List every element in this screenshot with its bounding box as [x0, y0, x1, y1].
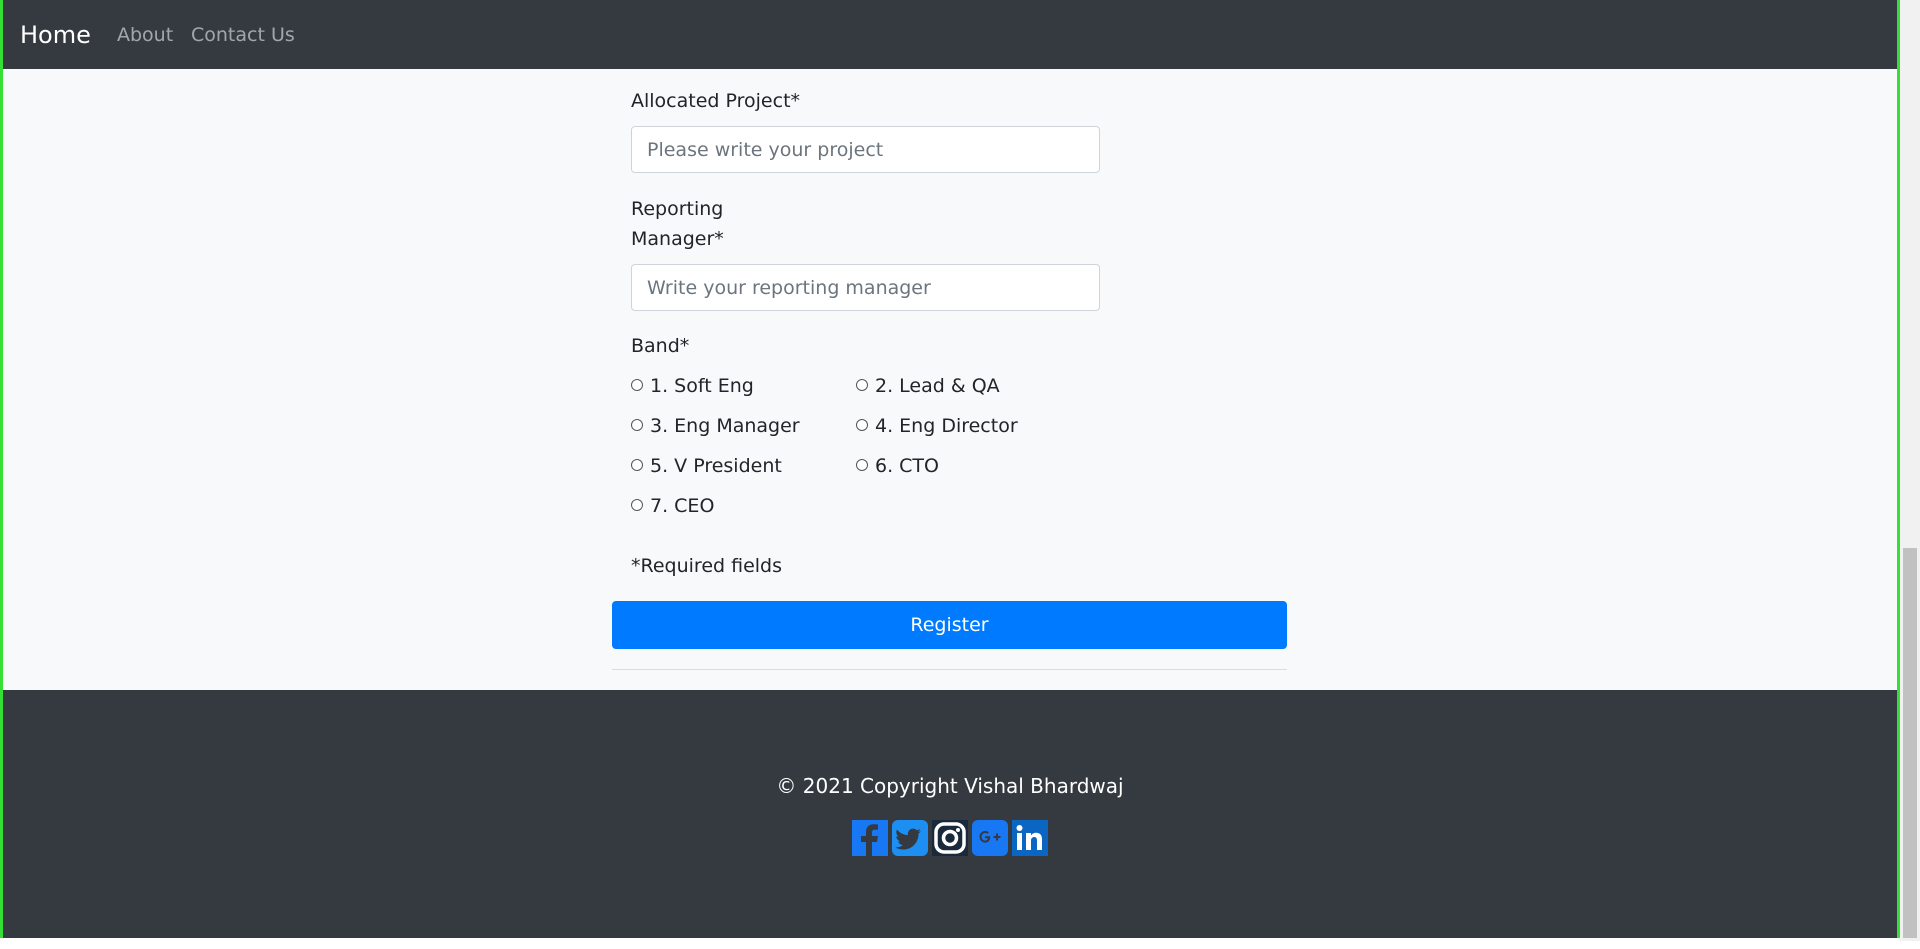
- linkedin-icon[interactable]: [1012, 820, 1048, 856]
- radio-button[interactable]: [631, 418, 643, 431]
- manager-label-line2: Manager*: [631, 228, 724, 250]
- divider: [612, 669, 1287, 670]
- radio-button[interactable]: [631, 458, 643, 471]
- manager-label-line1: Reporting: [631, 198, 724, 220]
- band-option-6[interactable]: 6. CTO: [856, 455, 939, 477]
- band-option-label: 6. CTO: [875, 455, 939, 477]
- facebook-icon[interactable]: [852, 820, 888, 856]
- band-option-1[interactable]: 1. Soft Eng: [631, 375, 754, 397]
- radio-button[interactable]: [856, 378, 868, 391]
- band-option-3[interactable]: 3. Eng Manager: [631, 415, 800, 437]
- google-plus-icon[interactable]: [972, 820, 1008, 856]
- manager-input[interactable]: [631, 264, 1100, 311]
- register-button[interactable]: Register: [612, 601, 1287, 649]
- band-option-label: 5. V President: [650, 455, 782, 477]
- nav-link-about[interactable]: About: [117, 24, 173, 46]
- twitter-icon[interactable]: [892, 820, 928, 856]
- copyright-text: © 2021 Copyright Vishal Bhardwaj: [776, 774, 1124, 798]
- band-option-label: 7. CEO: [650, 495, 715, 517]
- band-option-label: 3. Eng Manager: [650, 415, 800, 437]
- band-label: Band*: [631, 335, 690, 357]
- footer: © 2021 Copyright Vishal Bhardwaj: [3, 690, 1897, 938]
- radio-button[interactable]: [631, 378, 643, 391]
- radio-button[interactable]: [631, 498, 643, 511]
- radio-button[interactable]: [856, 458, 868, 471]
- vertical-scrollbar[interactable]: [1900, 0, 1920, 941]
- project-label: Allocated Project*: [631, 90, 801, 112]
- nav-link-contact[interactable]: Contact Us: [191, 24, 295, 46]
- radio-button[interactable]: [856, 418, 868, 431]
- scrollbar-thumb[interactable]: [1903, 548, 1917, 938]
- instagram-icon[interactable]: [932, 820, 968, 856]
- band-option-7[interactable]: 7. CEO: [631, 495, 714, 517]
- band-option-label: 4. Eng Director: [875, 415, 1018, 437]
- required-fields-note: *Required fields: [631, 555, 782, 577]
- band-option-2[interactable]: 2. Lead & QA: [856, 375, 1000, 397]
- bottom-strip: [0, 941, 1920, 949]
- band-option-label: 2. Lead & QA: [875, 375, 1000, 397]
- navbar: Home About Contact Us: [3, 0, 1897, 69]
- band-option-5[interactable]: 5. V President: [631, 455, 782, 477]
- nav-brand-home[interactable]: Home: [20, 21, 91, 49]
- band-option-4[interactable]: 4. Eng Director: [856, 415, 1018, 437]
- project-input[interactable]: [631, 126, 1100, 173]
- band-option-label: 1. Soft Eng: [650, 375, 754, 397]
